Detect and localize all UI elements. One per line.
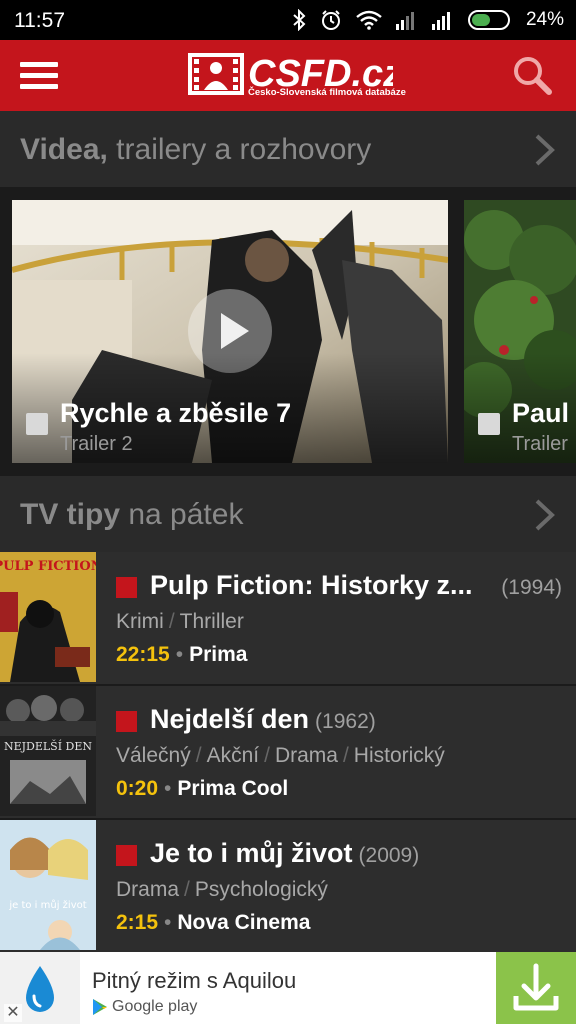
tv-section-title: TV tipy na pátek (20, 498, 244, 531)
tv-section-header[interactable]: TV tipy na pátek (0, 476, 576, 552)
ad-title: Pitný režim s Aquilou (92, 968, 297, 993)
download-icon (513, 963, 559, 1011)
download-button[interactable] (496, 952, 576, 1024)
tv-channel: Prima (189, 643, 248, 666)
tv-tip-flag (116, 845, 137, 866)
movie-year: (2009) (358, 844, 420, 867)
tv-channel: Prima Cool (177, 777, 289, 800)
hamburger-menu-icon[interactable] (20, 62, 58, 90)
video-type-badge (26, 413, 48, 435)
broadcast-info: 0:20 • Prima Cool (116, 777, 289, 800)
google-play-badge: Google play (92, 998, 197, 1016)
movie-poster: NEJDELŠÍ DEN (0, 686, 96, 816)
chevron-right-icon[interactable] (534, 133, 556, 167)
video-type-badge (478, 413, 500, 435)
video-title: Paul (512, 398, 570, 428)
broadcast-info: 22:15 • Prima (116, 643, 248, 666)
broadcast-time: 0:20 (116, 777, 159, 800)
video-title: Rychle a zběsile 7 (60, 398, 292, 428)
status-bar: 11:57 24% (0, 0, 576, 40)
tv-tip-row[interactable]: PULP FICTION Pulp Fiction: Historky z...… (0, 552, 576, 684)
tv-tip-row[interactable]: je to i můj život Je to i můj život (2009… (0, 820, 576, 952)
chevron-right-icon[interactable] (534, 498, 556, 532)
poster-title: je to i můj život (8, 899, 86, 911)
movie-year: (1994) (501, 576, 562, 599)
movie-title: Pulp Fiction: Historky z... (150, 570, 473, 600)
video-card[interactable]: Paul Trailer (464, 200, 576, 463)
video-card[interactable]: Rychle a zběsile 7 Trailer 2 (12, 200, 448, 463)
tv-tip-flag (116, 711, 137, 732)
status-icons: 24% (292, 6, 564, 34)
poster-title: PULP FICTION (0, 559, 96, 574)
movie-title: Je to i můj život (2009) (150, 838, 420, 868)
broadcast-time: 22:15 (116, 643, 170, 666)
videos-section-title: Videa, trailery a rozhovory (20, 133, 372, 166)
battery-percent: 24% (525, 9, 564, 30)
movie-year: (1962) (315, 710, 376, 733)
google-play-icon (93, 999, 107, 1015)
broadcast-info: 2:15 • Nova Cinema (116, 911, 311, 934)
close-icon[interactable]: ✕ (4, 1004, 22, 1022)
search-icon[interactable] (512, 55, 552, 95)
broadcast-time: 2:15 (116, 911, 159, 934)
wifi-icon (356, 10, 382, 30)
videos-section-header[interactable]: Videa, trailery a rozhovory (0, 111, 576, 187)
signal-icon (395, 12, 414, 30)
tv-tip-row[interactable]: NEJDELŠÍ DEN Nejdelší den (1962) Válečný /… (0, 686, 576, 818)
ad-banner[interactable]: ✕ Pitný režim s Aquilou Google play (0, 952, 576, 1024)
movie-genres: Drama / Psychologický (116, 878, 328, 901)
alarm-icon (321, 10, 340, 30)
signal-icon (431, 12, 450, 30)
video-subtitle: Trailer 2 (60, 433, 133, 455)
battery-icon (467, 10, 510, 30)
tv-tip-flag (116, 577, 137, 598)
poster-title: NEJDELŠÍ DEN (4, 739, 92, 753)
status-time: 11:57 (14, 9, 65, 32)
movie-title: Nejdelší den (1962) (150, 704, 376, 734)
movie-poster: je to i můj život (0, 820, 96, 950)
video-subtitle: Trailer (512, 433, 568, 455)
movie-poster: PULP FICTION (0, 552, 96, 682)
app-bar: CSFD.cz Česko-Slovenská filmová databáze (0, 40, 576, 111)
bluetooth-icon (293, 9, 306, 31)
movie-genres: Válečný / Akční / Drama / Historický (116, 744, 445, 767)
logo-subtitle: Česko-Slovenská filmová databáze (248, 87, 406, 98)
movie-genres: Krimi / Thriller (116, 610, 244, 633)
tv-channel: Nova Cinema (177, 911, 311, 934)
